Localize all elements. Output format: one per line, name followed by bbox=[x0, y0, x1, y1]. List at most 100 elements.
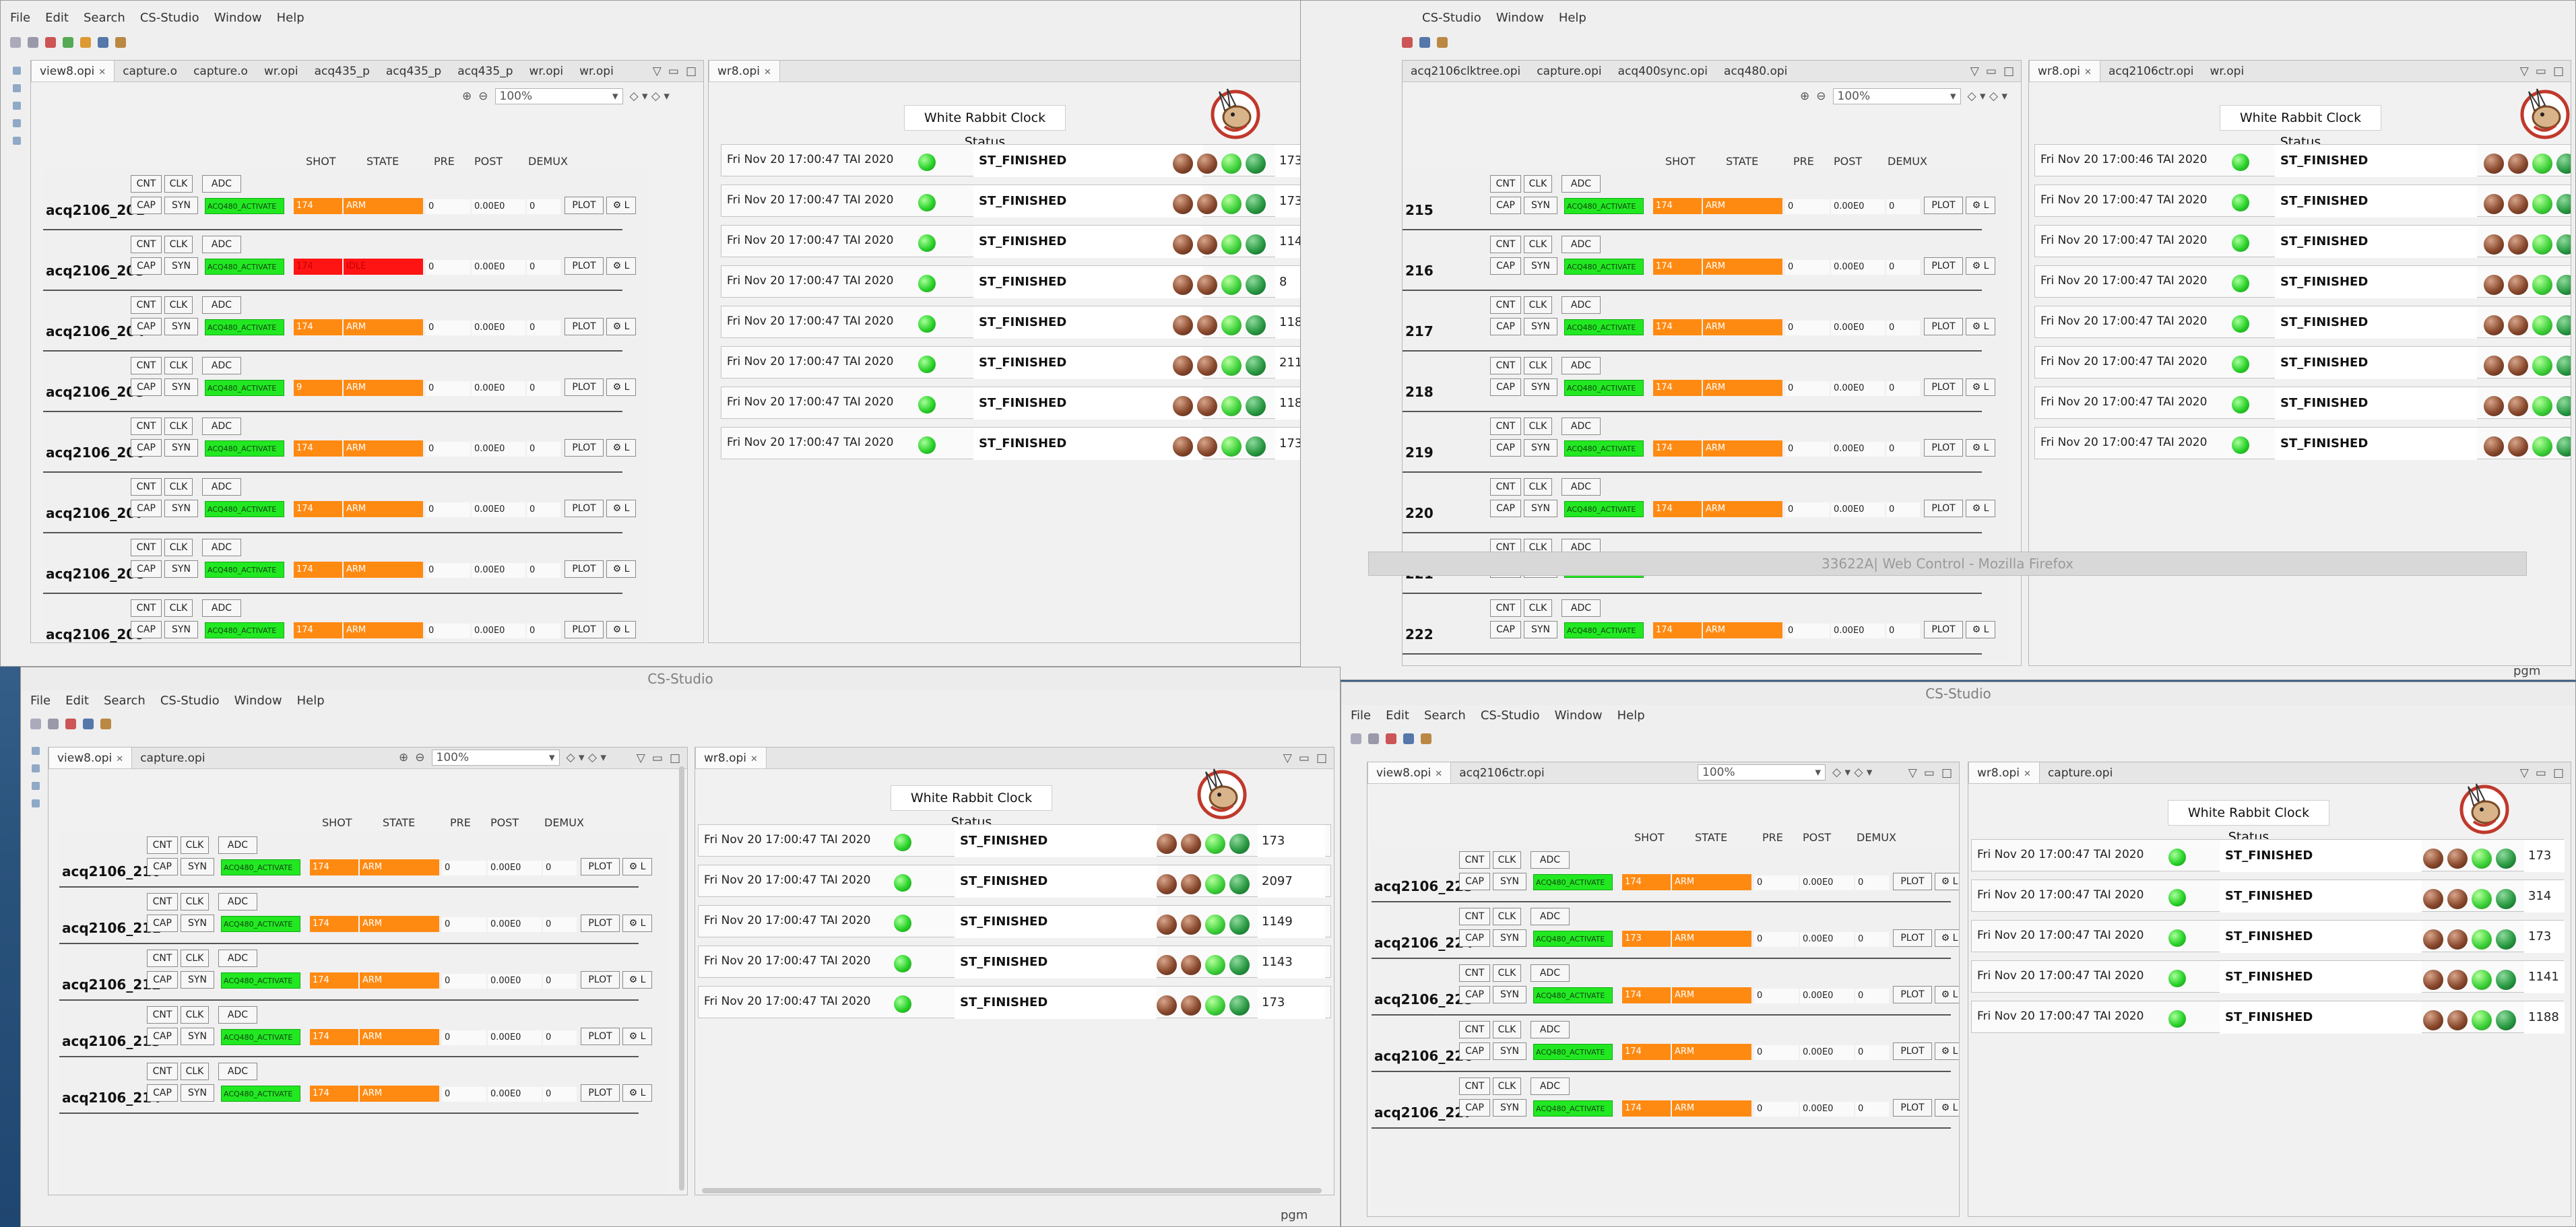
save-icon[interactable] bbox=[28, 37, 38, 48]
settings-button[interactable]: ⚙ L bbox=[622, 858, 652, 875]
cap-button[interactable]: CAP bbox=[1459, 986, 1490, 1003]
cap-button[interactable]: CAP bbox=[147, 1028, 178, 1045]
clk-button[interactable]: CLK bbox=[181, 836, 209, 854]
tool-icon[interactable] bbox=[1437, 37, 1448, 48]
view-menu-icon[interactable]: ▽ bbox=[1283, 752, 1292, 765]
clk-button[interactable]: CLK bbox=[181, 950, 209, 967]
menu-window[interactable]: Window bbox=[1496, 11, 1544, 25]
settings-button[interactable]: ⚙ L bbox=[1966, 378, 1995, 396]
plot-button[interactable]: PLOT bbox=[565, 318, 604, 335]
clk-button[interactable]: CLK bbox=[1493, 1021, 1521, 1038]
maximize-icon[interactable]: □ bbox=[2553, 766, 2564, 780]
side-icon[interactable] bbox=[32, 747, 40, 755]
settings-button[interactable]: ⚙ L bbox=[622, 915, 652, 932]
syn-button[interactable]: SYN bbox=[1493, 929, 1526, 947]
cap-button[interactable]: CAP bbox=[131, 257, 162, 275]
syn-button[interactable]: SYN bbox=[181, 1028, 214, 1045]
clk-button[interactable]: CLK bbox=[181, 893, 209, 910]
syn-button[interactable]: SYN bbox=[1524, 621, 1557, 638]
cap-button[interactable]: CAP bbox=[131, 378, 162, 396]
cnt-button[interactable]: CNT bbox=[131, 539, 162, 556]
settings-button[interactable]: ⚙ L bbox=[1935, 1099, 1959, 1117]
cap-button[interactable]: CAP bbox=[1490, 257, 1521, 275]
edit-icon[interactable] bbox=[1403, 733, 1414, 744]
syn-button[interactable]: SYN bbox=[181, 971, 214, 989]
view-menu-icon[interactable]: ▽ bbox=[637, 752, 645, 765]
menu-edit[interactable]: Edit bbox=[1386, 708, 1409, 723]
settings-button[interactable]: ⚙ L bbox=[1966, 257, 1995, 275]
firefox-titlebar[interactable]: 33622A| Web Control - Mozilla Firefox bbox=[1368, 552, 2527, 576]
cnt-button[interactable]: CNT bbox=[1459, 964, 1490, 982]
cnt-button[interactable]: CNT bbox=[1490, 236, 1521, 253]
tab-view8-opi[interactable]: view8.opi ✕ bbox=[31, 61, 115, 81]
zoom-select[interactable]: 100% ▾ bbox=[494, 88, 623, 104]
new-icon[interactable] bbox=[1351, 733, 1361, 744]
tab-wr8-opi[interactable]: wr8.opi ✕ bbox=[695, 748, 767, 768]
clk-button[interactable]: CLK bbox=[164, 539, 193, 556]
save-icon[interactable] bbox=[48, 719, 59, 729]
side-icon[interactable] bbox=[13, 102, 21, 110]
syn-button[interactable]: SYN bbox=[1524, 378, 1557, 396]
settings-button[interactable]: ⚙ L bbox=[606, 257, 636, 275]
plot-button[interactable]: PLOT bbox=[1893, 1099, 1932, 1117]
plot-button[interactable]: PLOT bbox=[581, 915, 620, 932]
syn-button[interactable]: SYN bbox=[181, 915, 214, 932]
maximize-icon[interactable]: □ bbox=[1941, 766, 1952, 780]
cnt-button[interactable]: CNT bbox=[131, 175, 162, 193]
syn-button[interactable]: SYN bbox=[1524, 257, 1557, 275]
menu-window[interactable]: Window bbox=[234, 694, 282, 708]
syn-button[interactable]: SYN bbox=[164, 318, 198, 335]
cap-button[interactable]: CAP bbox=[1459, 929, 1490, 947]
syn-button[interactable]: SYN bbox=[1524, 439, 1557, 457]
tool-icon[interactable] bbox=[1421, 733, 1431, 744]
settings-button[interactable]: ⚙ L bbox=[606, 500, 636, 517]
menu-edit[interactable]: Edit bbox=[65, 694, 89, 708]
plot-button[interactable]: PLOT bbox=[1893, 1042, 1932, 1060]
clk-button[interactable]: CLK bbox=[1524, 296, 1552, 314]
menu-search[interactable]: Search bbox=[1424, 708, 1466, 723]
adc-button[interactable]: ADC bbox=[1561, 478, 1601, 496]
cnt-button[interactable]: CNT bbox=[131, 599, 162, 617]
plot-button[interactable]: PLOT bbox=[565, 439, 604, 457]
plot-button[interactable]: PLOT bbox=[1924, 439, 1963, 457]
run-icon[interactable] bbox=[45, 37, 56, 48]
cnt-button[interactable]: CNT bbox=[147, 1006, 178, 1024]
menu-search[interactable]: Search bbox=[84, 11, 125, 25]
tool-icon[interactable] bbox=[115, 37, 126, 48]
plot-button[interactable]: PLOT bbox=[1893, 873, 1932, 890]
plot-button[interactable]: PLOT bbox=[581, 1028, 620, 1045]
tab-close-icon[interactable]: ✕ bbox=[98, 67, 106, 77]
zoom-in-icon[interactable]: ⊕ bbox=[1800, 90, 1809, 103]
adc-button[interactable]: ADC bbox=[1561, 599, 1601, 617]
cap-button[interactable]: CAP bbox=[131, 439, 162, 457]
minimize-icon[interactable]: ▭ bbox=[2536, 65, 2546, 78]
cnt-button[interactable]: CNT bbox=[1459, 851, 1490, 869]
side-icon[interactable] bbox=[13, 84, 21, 92]
adc-button[interactable]: ADC bbox=[1561, 296, 1601, 314]
plot-button[interactable]: PLOT bbox=[1924, 197, 1963, 214]
cnt-button[interactable]: CNT bbox=[147, 893, 178, 910]
tab-capture-opi[interactable]: capture.opi bbox=[132, 748, 213, 768]
adc-button[interactable]: ADC bbox=[202, 478, 241, 496]
adc-button[interactable]: ADC bbox=[202, 296, 241, 314]
plot-button[interactable]: PLOT bbox=[1924, 318, 1963, 335]
save-icon[interactable] bbox=[1368, 733, 1379, 744]
clk-button[interactable]: CLK bbox=[164, 236, 193, 253]
settings-button[interactable]: ⚙ L bbox=[622, 1084, 652, 1102]
settings-button[interactable]: ⚙ L bbox=[606, 318, 636, 335]
plot-button[interactable]: PLOT bbox=[565, 378, 604, 396]
settings-button[interactable]: ⚙ L bbox=[606, 621, 636, 638]
menu-window[interactable]: Window bbox=[1555, 708, 1603, 723]
adc-button[interactable]: ADC bbox=[1531, 964, 1570, 982]
cap-button[interactable]: CAP bbox=[131, 560, 162, 578]
clk-button[interactable]: CLK bbox=[164, 296, 193, 314]
clk-button[interactable]: CLK bbox=[181, 1006, 209, 1024]
adc-button[interactable]: ADC bbox=[202, 539, 241, 556]
cnt-button[interactable]: CNT bbox=[1490, 418, 1521, 435]
adc-button[interactable]: ADC bbox=[1561, 418, 1601, 435]
maximize-icon[interactable]: □ bbox=[2003, 65, 2014, 78]
cnt-button[interactable]: CNT bbox=[1459, 1021, 1490, 1038]
tab-acq435_p[interactable]: acq435_p bbox=[307, 61, 378, 81]
settings-button[interactable]: ⚙ L bbox=[1935, 929, 1959, 947]
side-icon[interactable] bbox=[13, 119, 21, 127]
